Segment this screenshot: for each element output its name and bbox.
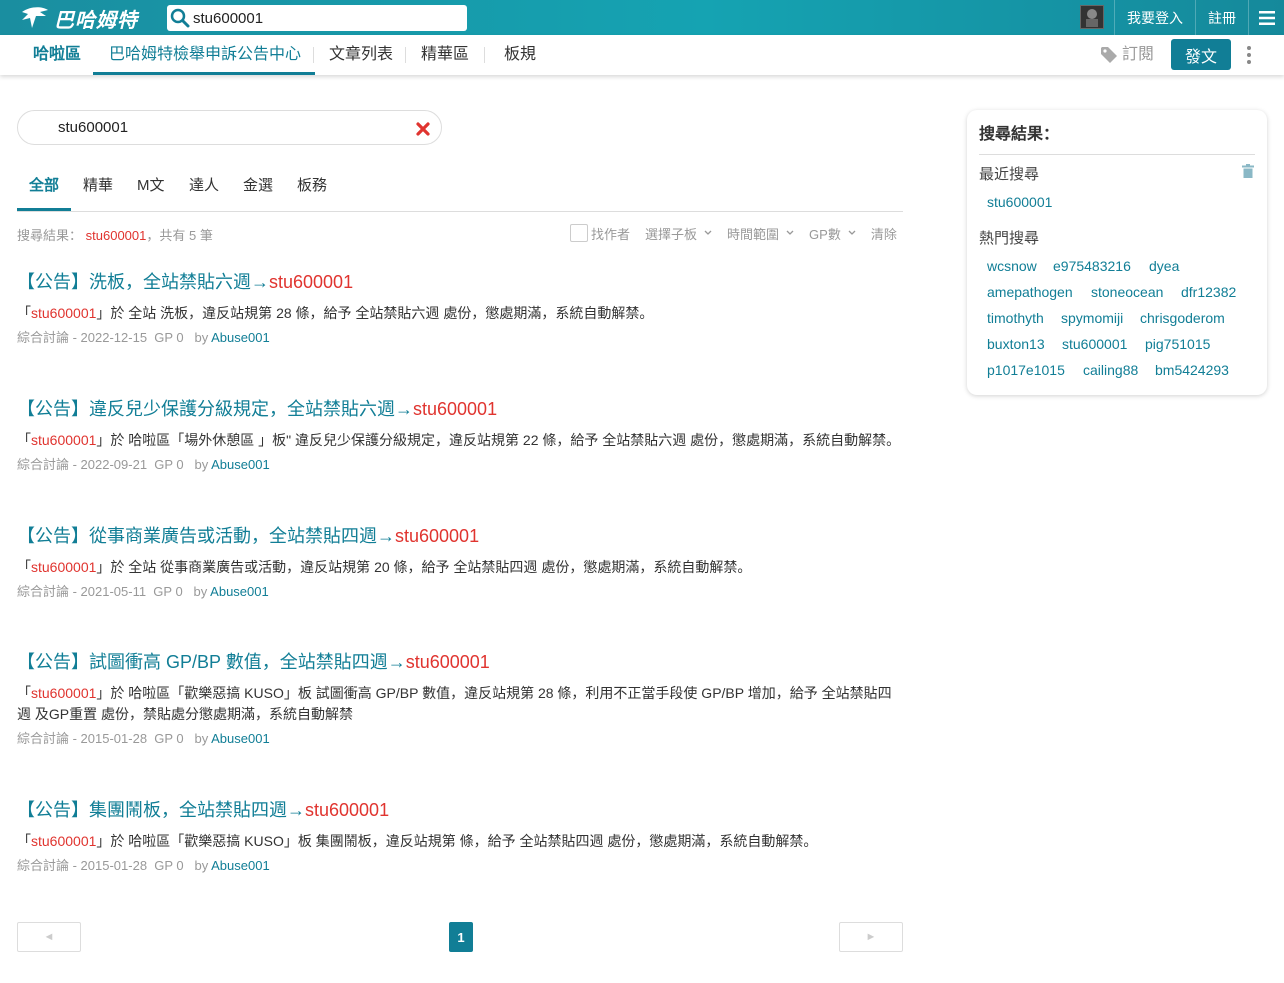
tab-featured[interactable]: 精華 [71,170,125,211]
tab-experts[interactable]: 達人 [177,170,231,211]
hamburger-menu-button[interactable] [1248,0,1284,35]
result-title-link[interactable]: 【公告】洗板，全站禁貼六週→stu600001 [17,272,353,292]
hot-search-tag[interactable]: stoneocean [1091,284,1163,300]
hot-search-tag[interactable]: stu600001 [1062,336,1127,352]
time-range-dropdown[interactable]: 時間範圍 [727,224,794,243]
list-item: 【公告】集團鬧板，全站禁貼四週→stu600001 「stu600001」於 哈… [17,796,903,874]
search-box [17,110,442,145]
clear-search-icon[interactable] [415,121,431,137]
hot-search-tag[interactable]: chrisgoderom [1140,310,1225,326]
result-meta: 綜合討論 - 2022-12-15 GP 0 by Abuse001 [17,330,270,345]
tab-board-affairs[interactable]: 板務 [285,170,339,211]
result-description: 「stu600001」於 哈啦區「歡樂惡搞 KUSO」板 集團鬧板，違反站規第 … [17,833,818,849]
search-sidebar: 搜尋結果： 最近搜尋 stu600001 熱門搜尋 wcsnow e975483… [967,110,1267,395]
hot-search-tag[interactable]: amepathogen [987,284,1073,300]
nav-board-rules[interactable]: 板規 [504,35,536,75]
author-link[interactable]: Abuse001 [210,584,269,599]
hot-search-tag[interactable]: timothyth [987,310,1044,326]
result-description: 「stu600001」於 全站 洗板，違反站規第 28 條，給予 全站禁貼六週 … [17,305,654,321]
list-item: 【公告】違反兒少保護分級規定，全站禁貼六週→stu600001 「stu6000… [17,395,903,473]
search-tabs: 全部 精華 M文 達人 金選 板務 [17,170,903,212]
top-right-actions: 我要登入 註冊 [1080,0,1284,35]
login-link[interactable]: 我要登入 [1114,0,1195,35]
summary-keyword: stu600001 [85,228,147,243]
chevron-down-icon [848,230,856,235]
nav-article-list[interactable]: 文章列表 [329,35,393,75]
next-page-button[interactable]: ► [839,922,903,952]
sidebar-heading: 搜尋結果： [979,120,1255,155]
nav-highlights[interactable]: 精華區 [421,35,469,75]
search-input[interactable] [58,119,398,136]
tab-all[interactable]: 全部 [17,170,72,211]
result-description: 「stu600001」於 哈啦區「歡樂惡搞 KUSO」板 試圖衝高 GP/BP … [17,685,892,722]
list-item: 【公告】洗板，全站禁貼六週→stu600001 「stu600001」於 全站 … [17,268,903,346]
hot-search-tag[interactable]: dyea [1149,258,1179,274]
author-link[interactable]: Abuse001 [211,731,270,746]
board-nav: 哈啦區 巴哈姆特檢舉申訴公告中心 文章列表 精華區 板規 訂閱 發文 [0,35,1284,75]
recent-search-label: 最近搜尋 [979,166,1040,183]
result-meta: 綜合討論 - 2015-01-28 GP 0 by Abuse001 [17,858,270,873]
subscribe-button[interactable]: 訂閱 [1100,35,1154,75]
result-description: 「stu600001」於 哈啦區「場外休憩區 」板" 違反兒少保護分級規定，違反… [17,432,901,448]
find-author-label: 找作者 [591,226,631,242]
result-title-link[interactable]: 【公告】集團鬧板，全站禁貼四週→stu600001 [17,800,389,820]
search-icon[interactable] [167,5,193,31]
hot-search-tag[interactable]: pig751015 [1145,336,1210,352]
gp-dropdown[interactable]: GP數 [809,224,856,243]
recent-search-tag[interactable]: stu600001 [987,194,1052,210]
nav-haha-zone[interactable]: 哈啦區 [33,35,81,75]
top-header: 巴哈姆特 我要登入 註冊 [0,0,1284,35]
hot-search-tag[interactable]: bm5424293 [1155,362,1229,378]
hot-search-tag[interactable]: spymomiji [1061,310,1123,326]
hot-search-tag[interactable]: buxton13 [987,336,1045,352]
hot-search-tag[interactable]: p1017e1015 [987,362,1065,378]
search-filters: 找作者 選擇子板 時間範圍 GP數 清除 [570,223,897,243]
chevron-down-icon [786,230,794,235]
nav-divider [484,47,485,63]
chevron-down-icon [704,230,712,235]
dragon-logo-icon [22,7,48,28]
hamburger-icon [1258,10,1275,25]
list-item: 【公告】從事商業廣告或活動，全站禁貼四週→stu600001 「stu60000… [17,522,903,600]
sub-board-dropdown[interactable]: 選擇子板 [645,224,712,243]
hot-search-label: 熱門搜尋 [979,230,1040,247]
logo-text: 巴哈姆特 [54,9,138,32]
result-meta: 綜合討論 - 2021-05-11 GP 0 by Abuse001 [17,584,269,599]
author-link[interactable]: Abuse001 [211,330,270,345]
nav-divider [313,47,314,63]
result-meta: 綜合討論 - 2015-01-28 GP 0 by Abuse001 [17,731,270,746]
result-description: 「stu600001」於 全站 從事商業廣告或活動，違反站規第 20 條，給予 … [17,559,752,575]
nav-board-home[interactable]: 巴哈姆特檢舉申訴公告中心 [93,35,316,75]
hot-search-tag[interactable]: dfr12382 [1181,284,1236,300]
trash-icon[interactable] [1242,164,1254,178]
author-link[interactable]: Abuse001 [211,457,270,472]
user-avatar-icon [1086,9,1098,27]
more-options-icon[interactable] [1241,43,1257,67]
site-logo[interactable]: 巴哈姆特 [20,4,138,32]
result-title-link[interactable]: 【公告】試圖衝高 GP/BP 數值，全站禁貼四週→stu600001 [17,652,490,672]
author-link[interactable]: Abuse001 [211,858,270,873]
result-meta: 綜合討論 - 2022-09-21 GP 0 by Abuse001 [17,457,270,472]
subscribe-label: 訂閱 [1122,46,1155,63]
list-item: 【公告】試圖衝高 GP/BP 數值，全站禁貼四週→stu600001 「stu6… [17,648,903,747]
tag-icon [1101,47,1117,63]
tab-golden-picks[interactable]: 金選 [231,170,285,211]
result-summary: 搜尋結果： stu600001，共有 5 筆 [17,228,213,243]
post-button[interactable]: 發文 [1171,39,1231,70]
top-search-bar [167,5,467,31]
clear-filters-link[interactable]: 清除 [871,224,897,243]
hot-search-tag[interactable]: e975483216 [1053,258,1131,274]
page-number-button[interactable]: 1 [449,922,473,952]
result-title-link[interactable]: 【公告】違反兒少保護分級規定，全站禁貼六週→stu600001 [17,399,497,419]
top-search-input[interactable] [193,9,453,27]
avatar[interactable] [1080,5,1104,29]
hot-search-tag[interactable]: cailing88 [1083,362,1138,378]
nav-divider [405,47,406,63]
tab-m-articles[interactable]: M文 [125,170,177,211]
prev-page-button[interactable]: ◄ [17,922,81,952]
find-author-checkbox[interactable] [570,224,588,242]
hot-search-tag[interactable]: wcsnow [987,258,1037,274]
register-link[interactable]: 註冊 [1195,0,1248,35]
result-title-link[interactable]: 【公告】從事商業廣告或活動，全站禁貼四週→stu600001 [17,526,479,546]
